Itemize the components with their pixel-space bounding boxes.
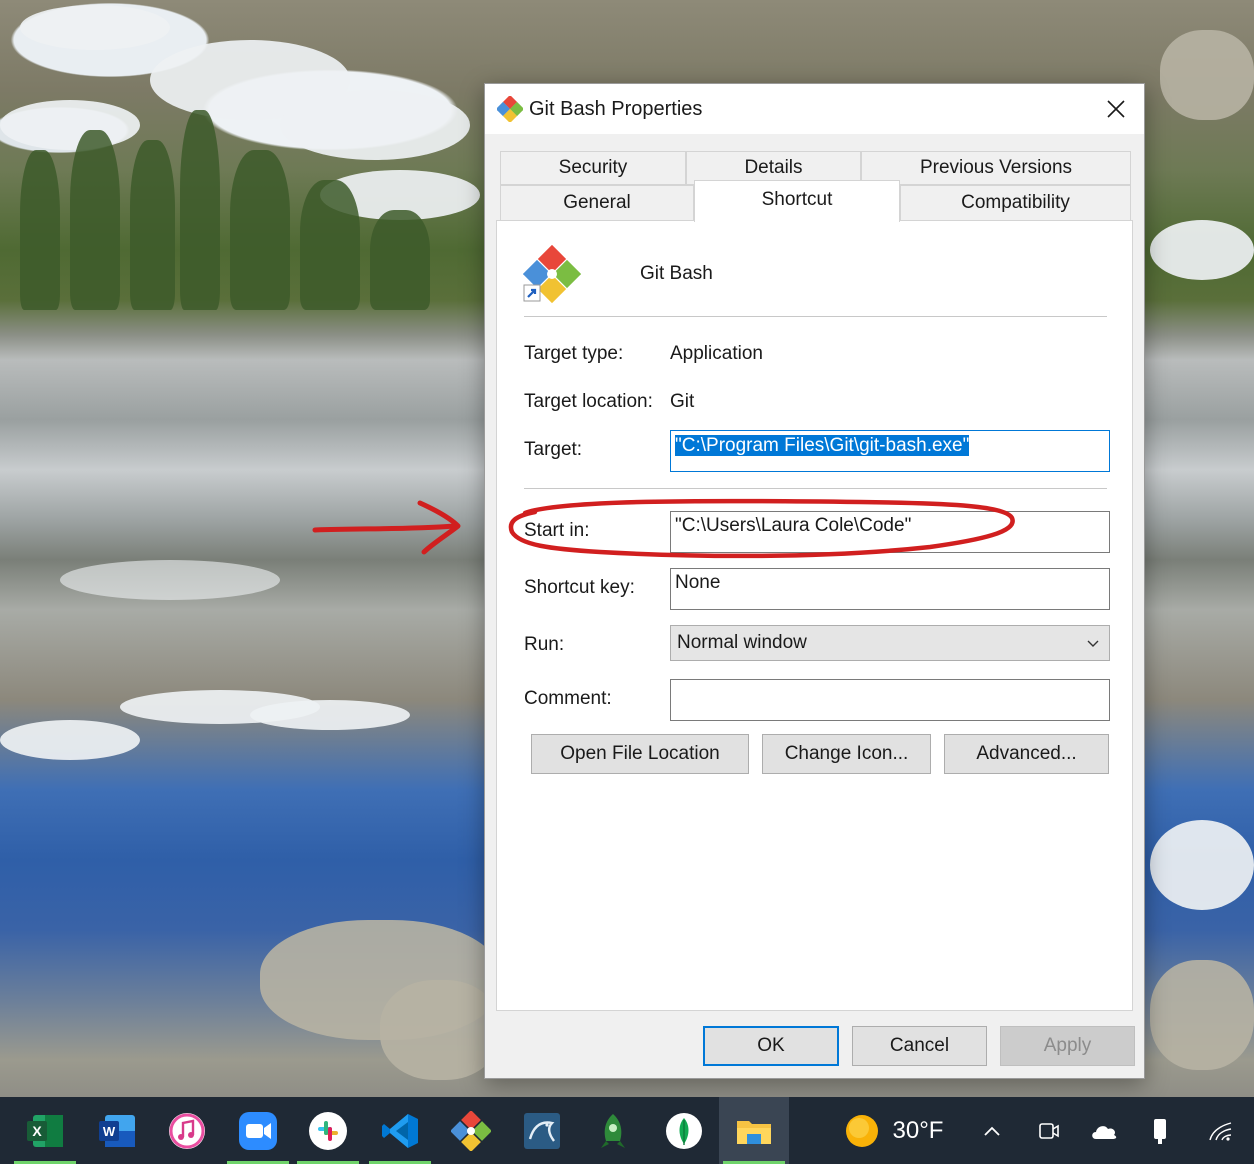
shortcut-panel: Git Bash Target type: Application Target… [496, 220, 1133, 1011]
svg-text:X: X [32, 1123, 42, 1139]
target-input[interactable]: "C:\Program Files\Git\git-bash.exe" [670, 430, 1110, 472]
taskbar-zoom[interactable] [223, 1097, 293, 1164]
tab-shortcut[interactable]: Shortcut [694, 180, 900, 222]
camera-icon [1039, 1122, 1059, 1139]
mysql-workbench-icon [524, 1112, 560, 1149]
tab-general[interactable]: General [500, 185, 694, 221]
divider [524, 316, 1107, 317]
chevron-up-icon [984, 1126, 1000, 1136]
close-icon [1107, 100, 1125, 118]
app-name: Git Bash [640, 263, 713, 284]
chevron-down-icon [1087, 640, 1099, 647]
word-icon: W [99, 1114, 135, 1147]
taskbar-mongodb-compass[interactable] [649, 1097, 719, 1164]
taskbar: X W 30°F [0, 1097, 1254, 1164]
svg-text:W: W [103, 1124, 116, 1139]
taskbar-slack[interactable] [293, 1097, 363, 1164]
taskbar-itunes[interactable] [152, 1097, 222, 1164]
tab-compatibility[interactable]: Compatibility [900, 185, 1131, 221]
window-title: Git Bash Properties [529, 98, 703, 120]
shortcut-key-label: Shortcut key: [524, 577, 635, 598]
open-file-location-button[interactable]: Open File Location [531, 734, 749, 774]
change-icon-button[interactable]: Change Icon... [762, 734, 931, 774]
apply-button: Apply [1000, 1026, 1135, 1066]
itunes-icon [169, 1112, 205, 1149]
git-bash-icon [497, 96, 523, 122]
title-bar[interactable]: Git Bash Properties [485, 84, 1144, 134]
meet-now-button[interactable] [1030, 1097, 1068, 1164]
robo3t-icon [601, 1113, 625, 1148]
cloud-icon [1092, 1125, 1117, 1139]
taskbar-word[interactable]: W [82, 1097, 152, 1164]
target-type-value: Application [670, 343, 763, 364]
network-button[interactable] [1202, 1097, 1238, 1164]
start-in-input-text: "C:\Users\Laura Cole\Code" [675, 515, 912, 536]
start-in-label: Start in: [524, 520, 590, 541]
weather-widget[interactable]: 30°F [838, 1097, 948, 1164]
taskbar-mysql-workbench[interactable] [507, 1097, 577, 1164]
git-bash-shortcut-icon [523, 245, 581, 303]
shortcut-key-input[interactable]: None [670, 568, 1110, 610]
taskbar-excel[interactable]: X [10, 1097, 80, 1164]
comment-label: Comment: [524, 688, 612, 709]
divider [524, 488, 1107, 489]
taskbar-git-bash[interactable] [436, 1097, 506, 1164]
tab-security[interactable]: Security [500, 151, 686, 185]
run-select[interactable]: Normal window [670, 625, 1110, 661]
file-explorer-icon [737, 1120, 771, 1144]
taskbar-robo3t[interactable] [578, 1097, 648, 1164]
target-location-label: Target location: [524, 391, 653, 412]
onedrive-button[interactable] [1084, 1097, 1124, 1164]
run-label: Run: [524, 634, 565, 655]
target-location-value: Git [670, 391, 695, 412]
git-icon [451, 1110, 491, 1151]
close-button[interactable] [1088, 84, 1144, 134]
ok-button[interactable]: OK [703, 1026, 839, 1066]
vscode-icon [382, 1113, 418, 1148]
advanced-button[interactable]: Advanced... [944, 734, 1109, 774]
wifi-icon [1209, 1121, 1232, 1141]
cancel-button[interactable]: Cancel [852, 1026, 987, 1066]
zoom-icon [239, 1111, 277, 1150]
slack-icon [309, 1111, 347, 1150]
sun-icon [845, 1114, 878, 1147]
show-hidden-icons-button[interactable] [975, 1097, 1009, 1164]
taskbar-vscode[interactable] [365, 1097, 435, 1164]
comment-input[interactable] [670, 679, 1110, 721]
temperature-text: 30°F [892, 1116, 944, 1144]
taskbar-file-explorer[interactable] [719, 1097, 789, 1164]
phone-icon [1154, 1118, 1166, 1144]
target-input-text: "C:\Program Files\Git\git-bash.exe" [675, 435, 970, 456]
properties-dialog: Git Bash Properties Security Details Pre… [484, 83, 1145, 1079]
mongodb-icon [666, 1112, 702, 1149]
start-in-input[interactable]: "C:\Users\Laura Cole\Code" [670, 511, 1110, 553]
run-select-value: Normal window [677, 632, 807, 653]
target-type-label: Target type: [524, 343, 624, 364]
shortcut-key-input-text: None [675, 572, 721, 593]
tab-previous-versions[interactable]: Previous Versions [861, 151, 1131, 185]
excel-icon: X [27, 1114, 63, 1147]
target-label: Target: [524, 439, 583, 460]
device-button[interactable] [1144, 1097, 1176, 1164]
